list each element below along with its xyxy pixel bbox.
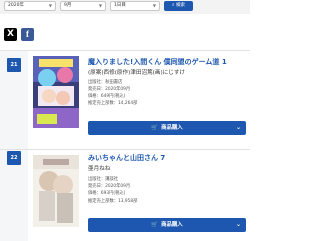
book-publisher: 出版社：秋田書店 (88, 80, 123, 85)
book-title[interactable]: みいちゃんと山田さん 7 (88, 154, 248, 163)
book-cover[interactable] (33, 155, 79, 227)
book-estimated-sales: 推定売上部数：14,264部 (88, 101, 138, 106)
cart-icon: 🛒 (151, 125, 159, 131)
book-author: (原案)西修(原作)津田沼篤(画)にじすけ (88, 70, 186, 76)
x-share-button[interactable]: X (4, 28, 17, 41)
chevron-down-icon: ⌄ (235, 221, 241, 228)
facebook-share-button[interactable]: f (21, 28, 34, 41)
book-release-date: 発売日：2020年09月 (88, 184, 131, 189)
row-divider (0, 50, 250, 51)
book-price: 価格：693円(税込) (88, 191, 126, 196)
book-publisher: 出版社：講談社 (88, 177, 119, 182)
cart-icon: 🛒 (151, 222, 159, 228)
rank-badge: 21 (7, 58, 21, 72)
date-filter-bar: 2020年 ▼ 9月 ▼ 1日目 ▼ ⌕ 検索 (0, 0, 250, 14)
book-title[interactable]: 魔入りました!入間くん 僕同盟のゲーム道 1 (88, 58, 248, 67)
book-release-date: 発売日：2020年09月 (88, 87, 131, 92)
book-author: 亜月ねね (88, 166, 111, 172)
row-divider (0, 149, 250, 150)
book-cover-illustration (33, 56, 79, 128)
chevron-down-icon: ▼ (48, 3, 52, 8)
search-button-label: 検索 (175, 3, 185, 8)
search-button[interactable]: ⌕ 検索 (164, 1, 193, 11)
search-icon: ⌕ (172, 3, 175, 8)
year-select-value: 2020年 (8, 3, 24, 8)
buy-button-label: 商品購入 (161, 125, 183, 131)
book-cover[interactable] (33, 56, 79, 128)
chevron-down-icon: ⌄ (235, 124, 241, 131)
chevron-down-icon: ▼ (152, 3, 156, 8)
facebook-logo-icon: f (26, 29, 29, 39)
rank-badge: 22 (7, 151, 21, 165)
book-price: 価格：649円(税込) (88, 94, 126, 99)
day-select-value: 1日目 (114, 3, 126, 8)
year-select[interactable]: 2020年 ▼ (4, 1, 56, 11)
month-select-value: 9月 (64, 3, 72, 8)
day-select[interactable]: 1日目 ▼ (110, 1, 160, 11)
book-cover-illustration (33, 155, 79, 227)
book-estimated-sales: 推定売上部数：13,958部 (88, 199, 138, 204)
chevron-down-icon: ▼ (98, 3, 102, 8)
buy-button[interactable]: 🛒 商品購入 ⌄ (88, 218, 246, 232)
buy-button-label: 商品購入 (161, 222, 183, 228)
x-logo-icon: X (7, 29, 14, 39)
buy-button[interactable]: 🛒 商品購入 ⌄ (88, 121, 246, 135)
month-select[interactable]: 9月 ▼ (60, 1, 106, 11)
